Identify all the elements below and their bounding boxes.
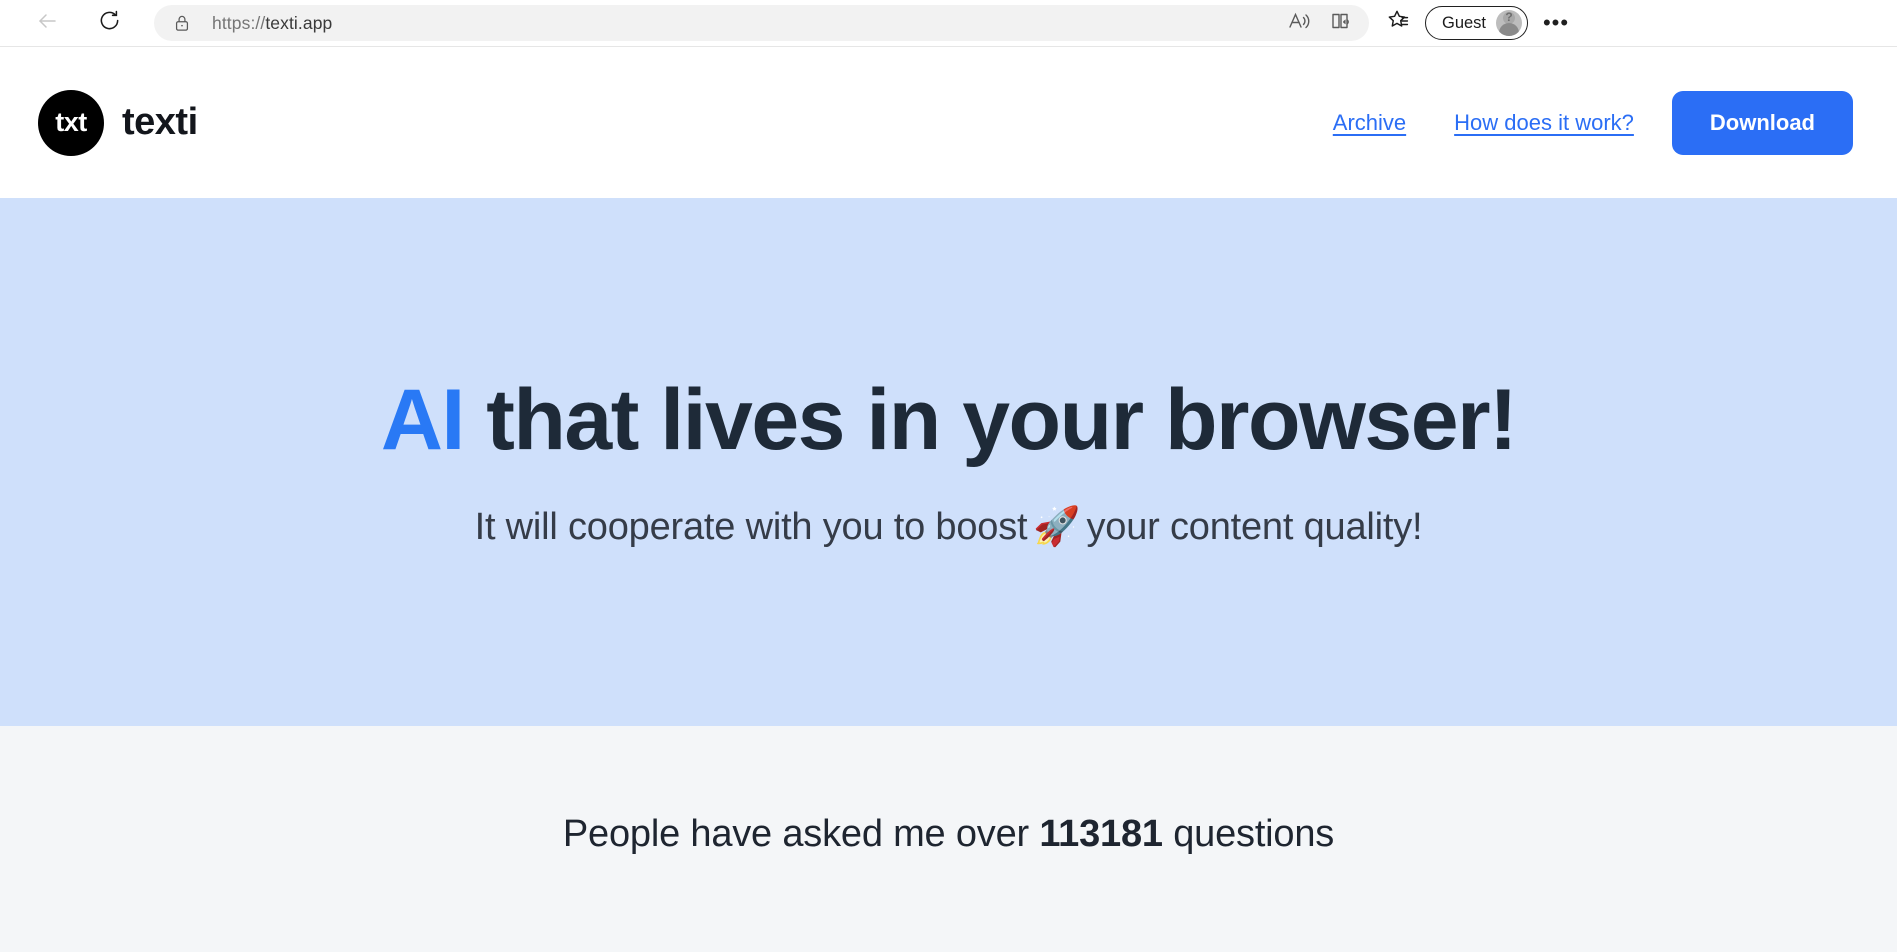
logo-circle-icon: txt xyxy=(38,89,104,156)
hero-subtitle-before: It will cooperate with you to boost xyxy=(474,506,1028,549)
hero-subtitle: It will cooperate with you to boost 🚀 your… xyxy=(475,505,1423,549)
question-count-text: People have asked me over 113181 questio… xyxy=(563,813,1334,866)
stats-prefix: People have asked me over xyxy=(562,812,1029,855)
favorites-button[interactable] xyxy=(1379,5,1415,41)
lock-icon xyxy=(172,13,192,33)
immersive-reader-button[interactable] xyxy=(1323,5,1359,41)
guest-avatar-icon: ? xyxy=(1496,10,1523,36)
back-arrow-icon xyxy=(35,9,59,38)
nav-link-how-does-it-work[interactable]: How does it work? xyxy=(1454,110,1634,136)
hero-title: AI that lives in your browser! xyxy=(380,371,1518,468)
url-scheme: https:// xyxy=(212,12,266,33)
nav-link-archive[interactable]: Archive xyxy=(1333,110,1406,136)
reload-icon xyxy=(98,9,121,37)
site-header: txt texti Archive How does it work? Down… xyxy=(0,47,1897,198)
profile-button[interactable]: Guest ? xyxy=(1425,6,1529,40)
stats-count: 113181 xyxy=(1039,812,1163,855)
brand-name: texti xyxy=(122,101,198,143)
favorites-star-icon xyxy=(1385,8,1410,38)
brand-logo[interactable]: txt texti xyxy=(38,89,198,156)
address-bar-text: https://texti.app xyxy=(212,13,1281,34)
browser-toolbar: https://texti.app Guest ? ••• xyxy=(0,0,1897,47)
address-bar-actions xyxy=(1281,5,1359,41)
more-options-button[interactable]: ••• xyxy=(1538,5,1574,41)
reload-button[interactable] xyxy=(90,4,128,42)
browser-actions: Guest ? ••• xyxy=(1369,5,1588,41)
site-navigation: Archive How does it work? Download xyxy=(1333,90,1853,155)
profile-label: Guest xyxy=(1442,13,1487,32)
hero-title-accent: AI xyxy=(380,371,466,468)
address-bar[interactable]: https://texti.app xyxy=(154,5,1369,41)
read-aloud-button[interactable] xyxy=(1281,5,1317,41)
immersive-reader-icon xyxy=(1329,9,1353,38)
read-aloud-icon xyxy=(1287,9,1311,38)
back-button[interactable] xyxy=(28,4,66,42)
hero-title-rest: that lives in your browser! xyxy=(463,371,1517,468)
stats-suffix: questions xyxy=(1173,812,1335,855)
download-button[interactable]: Download xyxy=(1671,90,1853,155)
hero-subtitle-after: your content quality! xyxy=(1086,506,1423,549)
stats-section: People have asked me over 113181 questio… xyxy=(0,726,1897,952)
rocket-icon: 🚀 xyxy=(1033,506,1081,549)
url-host: texti.app xyxy=(265,12,333,33)
hero-section: AI that lives in your browser! It will c… xyxy=(0,198,1897,726)
logo-mark-text: txt xyxy=(55,107,87,137)
